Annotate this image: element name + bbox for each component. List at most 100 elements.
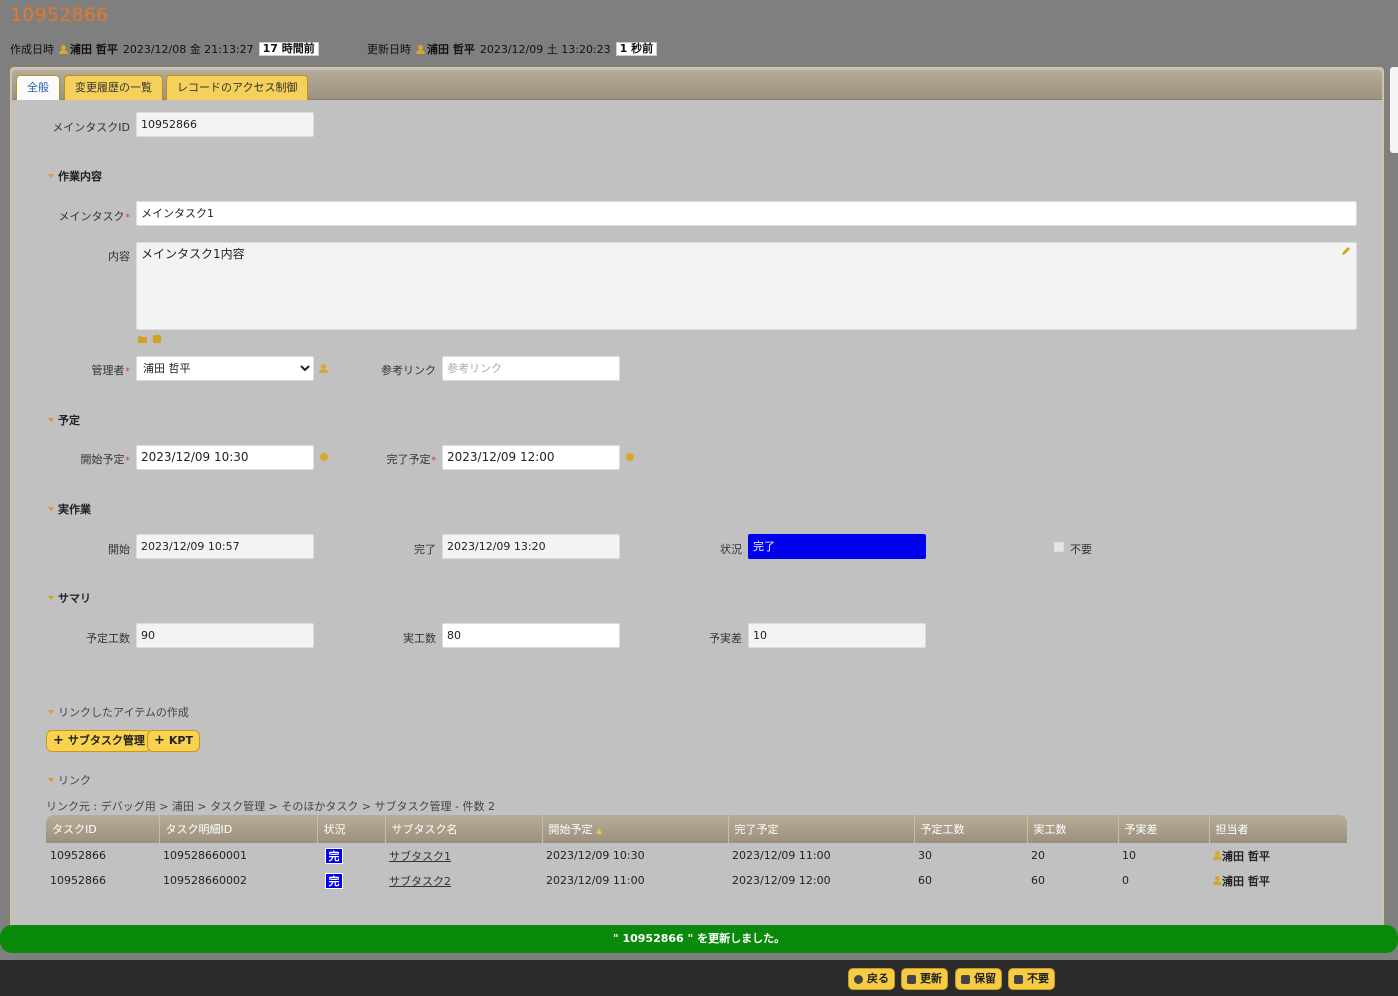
section-plan-header[interactable]: 予定 <box>48 412 80 428</box>
plus-icon: + <box>53 733 64 748</box>
cell-owner: 浦田 哲平 <box>1209 843 1347 868</box>
collapse-icon <box>48 174 54 178</box>
created-meta: 作成日時 浦田 哲平 2023/12/08 金 21:13:27 17 時間前 <box>10 41 319 57</box>
diff-label: 予実差 <box>709 632 742 645</box>
updated-ago-badge: 1 秒前 <box>615 42 658 56</box>
required-mark: * <box>125 213 131 223</box>
tab-history[interactable]: 変更履歴の一覧 <box>64 75 163 100</box>
back-label: 戻る <box>867 972 889 985</box>
section-summary-header[interactable]: サマリ <box>48 590 91 606</box>
col-plan-end[interactable]: 完了予定 <box>728 815 915 843</box>
col-task-id[interactable]: タスクID <box>46 815 160 843</box>
cell-owner: 浦田 哲平 <box>1209 868 1347 893</box>
planned-hours-label: 予定工数 <box>86 632 130 645</box>
required-mark: * <box>125 456 131 466</box>
image-icon[interactable] <box>153 335 161 343</box>
updated-label: 更新日時 <box>367 43 411 56</box>
save-icon <box>961 974 970 984</box>
cell-actual: 60 <box>1031 874 1045 887</box>
start-label: 開始 <box>108 543 130 556</box>
col-subtask-name[interactable]: サブタスク名 <box>385 815 543 843</box>
end-field: 2023/12/09 13:20 <box>442 534 620 559</box>
user-select-icon[interactable] <box>319 364 328 373</box>
cell-planned: 30 <box>918 849 932 862</box>
main-task-input[interactable]: メインタスク1 <box>136 201 1357 226</box>
col-plan-start[interactable]: 開始予定 ▲ <box>542 815 729 843</box>
links-header[interactable]: リンク <box>48 772 91 788</box>
content-textarea[interactable]: メインタスク1内容 <box>136 242 1357 330</box>
add-kpt-button[interactable]: + KPT <box>147 730 200 752</box>
footer-bar <box>0 960 1398 996</box>
actual-hours-input[interactable]: 80 <box>442 623 620 648</box>
status-badge: 完 <box>325 847 343 864</box>
clock-icon[interactable] <box>626 453 634 461</box>
col-planned-hours[interactable]: 予定工数 <box>914 815 1028 843</box>
plan-end-input[interactable]: 2023/12/09 12:00 <box>442 445 620 470</box>
owner-name: 浦田 哲平 <box>1222 849 1270 863</box>
linked-create-header[interactable]: リンクしたアイテムの作成 <box>48 704 189 720</box>
required-mark: * <box>431 456 437 466</box>
col-status[interactable]: 状況 <box>317 815 386 843</box>
diff-field: 10 <box>748 623 926 648</box>
clock-icon[interactable] <box>320 453 328 461</box>
plus-icon: + <box>154 733 165 748</box>
cell-subtask-name: サブタスク1 <box>385 843 542 868</box>
table-row[interactable]: 10952866 109528660002 完 サブタスク2 2023/12/0… <box>46 868 1347 893</box>
unneeded-checkbox[interactable] <box>1054 542 1064 552</box>
cell-status: 完 <box>317 843 385 868</box>
created-user[interactable]: 浦田 哲平 <box>59 41 118 57</box>
folder-icon[interactable] <box>138 335 147 343</box>
update-toast[interactable]: " 10952866 " を更新しました。 <box>0 925 1398 953</box>
update-button[interactable]: 更新 <box>901 968 948 990</box>
main-task-id-label: メインタスクID <box>52 121 130 134</box>
linked-create-title: リンクしたアイテムの作成 <box>58 706 189 719</box>
collapse-icon <box>48 507 54 511</box>
section-work-header[interactable]: 作業内容 <box>48 168 102 184</box>
col-actual-hours[interactable]: 実工数 <box>1027 815 1119 843</box>
updated-user-name: 浦田 哲平 <box>427 43 475 56</box>
status-label: 状況 <box>720 543 742 556</box>
col-diff[interactable]: 予実差 <box>1118 815 1210 843</box>
planned-hours-field: 90 <box>136 623 314 648</box>
unneeded-button[interactable]: 不要 <box>1008 968 1055 990</box>
created-ago-badge: 17 時間前 <box>258 42 319 56</box>
cell-detail-id: 109528660002 <box>163 874 247 887</box>
collapse-icon <box>48 710 54 714</box>
tab-access-control[interactable]: レコードのアクセス制御 <box>166 75 309 100</box>
content-label: 内容 <box>108 250 130 263</box>
col-detail-id[interactable]: タスク明細ID <box>159 815 318 843</box>
manager-label-text: 管理者 <box>91 364 125 377</box>
links-table: タスクID タスク明細ID 状況 サブタスク名 開始予定 ▲ 完了予定 予定工数… <box>46 815 1347 893</box>
status-field[interactable]: 完了 <box>748 534 926 559</box>
manager-label: 管理者* <box>30 362 131 378</box>
cell-plan-end: 2023/12/09 12:00 <box>732 874 831 887</box>
col-plan-start-label: 開始予定 <box>548 823 593 836</box>
cell-status: 完 <box>317 868 385 893</box>
table-row[interactable]: 10952866 109528660001 完 サブタスク1 2023/12/0… <box>46 843 1347 868</box>
owner-name: 浦田 哲平 <box>1222 874 1270 888</box>
plan-start-input[interactable]: 2023/12/09 10:30 <box>136 445 314 470</box>
edit-pen-icon[interactable] <box>1341 246 1351 256</box>
section-actual-header[interactable]: 実作業 <box>48 501 91 517</box>
updated-user[interactable]: 浦田 哲平 <box>416 41 475 57</box>
hold-button[interactable]: 保留 <box>955 968 1002 990</box>
ref-link-input[interactable]: 参考リンク <box>442 356 620 381</box>
ref-link-label: 参考リンク <box>381 364 436 377</box>
user-icon <box>1213 875 1222 885</box>
back-button[interactable]: 戻る <box>848 968 895 990</box>
end-label: 完了 <box>414 543 436 556</box>
col-owner[interactable]: 担当者 <box>1209 815 1347 843</box>
subtask-link[interactable]: サブタスク1 <box>389 850 451 863</box>
add-subtask-button[interactable]: + サブタスク管理 <box>46 730 152 752</box>
add-kpt-label: KPT <box>168 734 193 747</box>
tab-general[interactable]: 全般 <box>16 75 60 100</box>
actual-hours-label: 実工数 <box>403 632 436 645</box>
manager-select[interactable]: 浦田 哲平 <box>136 356 314 381</box>
side-panel-edge[interactable] <box>1390 67 1398 153</box>
unneeded-label: 不要 <box>1070 543 1092 556</box>
save-icon <box>1014 974 1023 984</box>
subtask-link[interactable]: サブタスク2 <box>389 875 451 888</box>
plan-end-label: 完了予定* <box>336 451 437 467</box>
cell-plan-start: 2023/12/09 10:30 <box>546 849 645 862</box>
user-icon <box>59 44 68 54</box>
